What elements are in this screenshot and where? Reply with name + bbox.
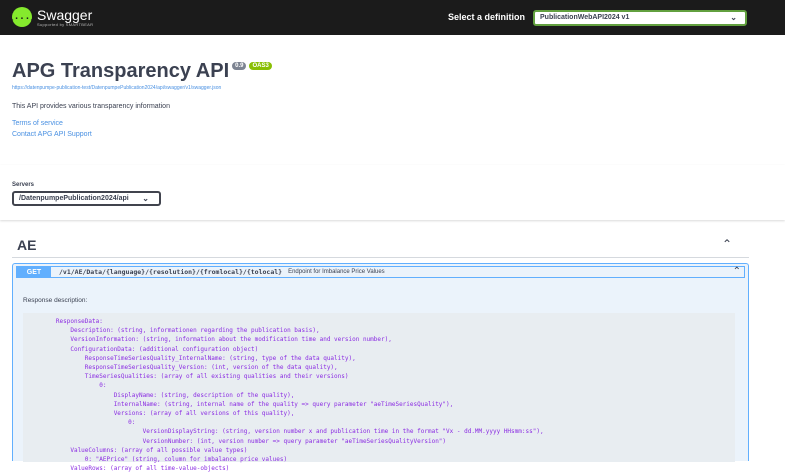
- code-line: 0: "AEPrice" (string, column for imbalan…: [27, 456, 288, 464]
- server-select[interactable]: /DatenpumpePublication2024/api ⌄: [12, 191, 161, 206]
- servers-label: Servers: [12, 182, 35, 188]
- logo-name: Swagger: [37, 6, 93, 23]
- code-line: ConfigurationData: (additional configura…: [27, 345, 259, 353]
- swagger-logo[interactable]: {...} Swagger Supported by SMARTBEAR: [8, 7, 93, 27]
- tag-title[interactable]: AE: [17, 237, 36, 253]
- code-line: ValueRows: (array of all time-value-obje…: [27, 465, 230, 473]
- code-line: 0:: [27, 382, 107, 390]
- oas-badge: OAS3: [249, 62, 272, 70]
- operation-summary[interactable]: GET /v1/AE/Data/{language}/{resolution}/…: [16, 266, 745, 278]
- response-description-label: Response description:: [23, 297, 88, 304]
- tag-divider: [12, 257, 749, 258]
- definition-select-value: PublicationWebAPI2024 v1: [540, 14, 630, 21]
- code-line: TimeSeriesQualities: (array of all exist…: [27, 373, 349, 381]
- code-line: Description: (string, informationen rega…: [27, 327, 320, 335]
- chevron-down-icon: ⌄: [142, 194, 149, 203]
- api-title-row: APG Transparency API 0.9 OAS3: [12, 60, 272, 83]
- code-lines: ResponseData: Description: (string, info…: [23, 313, 735, 473]
- method-badge: GET: [17, 267, 51, 277]
- response-code-block: ResponseData: Description: (string, info…: [23, 313, 735, 472]
- code-line: VersionNumber: (int, version number => q…: [27, 437, 447, 445]
- chevron-up-icon[interactable]: ⌃: [733, 266, 741, 277]
- chevron-down-icon: ⌄: [730, 13, 737, 22]
- code-line: ResponseTimeSeriesQuality_InternalName: …: [27, 354, 356, 362]
- server-select-value: /DatenpumpePublication2024/api: [19, 195, 129, 202]
- swagger-logo-text: Swagger Supported by SMARTBEAR: [37, 8, 93, 27]
- operation-path: /v1/AE/Data/{language}/{resolution}/{fro…: [59, 268, 283, 276]
- code-line: DisplayName: (string, description of the…: [27, 391, 295, 399]
- definition-select[interactable]: PublicationWebAPI2024 v1 ⌄: [533, 10, 747, 26]
- code-line: InternalName: (string, internal name of …: [27, 400, 454, 408]
- spec-url-link[interactable]: https://datenpumpe-publication-test/Date…: [12, 85, 221, 91]
- code-line: ValueColumns: (array of all possible val…: [27, 446, 248, 454]
- code-line: VersionInformation: (string, information…: [27, 336, 392, 344]
- operation-summary-text: Endpoint for Imbalance Price Values: [288, 269, 385, 275]
- code-line: Versions: (array of all versions of this…: [27, 410, 295, 418]
- version-badge: 0.9: [232, 62, 247, 70]
- code-line: VersionDisplayString: (string, version n…: [27, 428, 544, 436]
- logo-subtext: Supported by SMARTBEAR: [37, 21, 94, 27]
- code-line: 0:: [27, 419, 136, 427]
- swagger-logo-icon: {...}: [8, 7, 36, 27]
- topbar: {...} Swagger Supported by SMARTBEAR Sel…: [0, 0, 785, 35]
- contact-link[interactable]: Contact APG API Support: [12, 131, 92, 138]
- terms-of-service-link[interactable]: Terms of service: [12, 120, 63, 127]
- chevron-up-icon[interactable]: ⌃: [722, 237, 732, 251]
- operation-block: GET /v1/AE/Data/{language}/{resolution}/…: [12, 263, 749, 472]
- code-line: ResponseData:: [27, 318, 103, 325]
- definition-label: Select a definition: [448, 12, 526, 22]
- page-title: APG Transparency API: [12, 60, 230, 82]
- api-description: This API provides various transparency i…: [12, 103, 170, 110]
- code-line: ResponseTimeSeriesQuality_Version: (int,…: [27, 364, 338, 372]
